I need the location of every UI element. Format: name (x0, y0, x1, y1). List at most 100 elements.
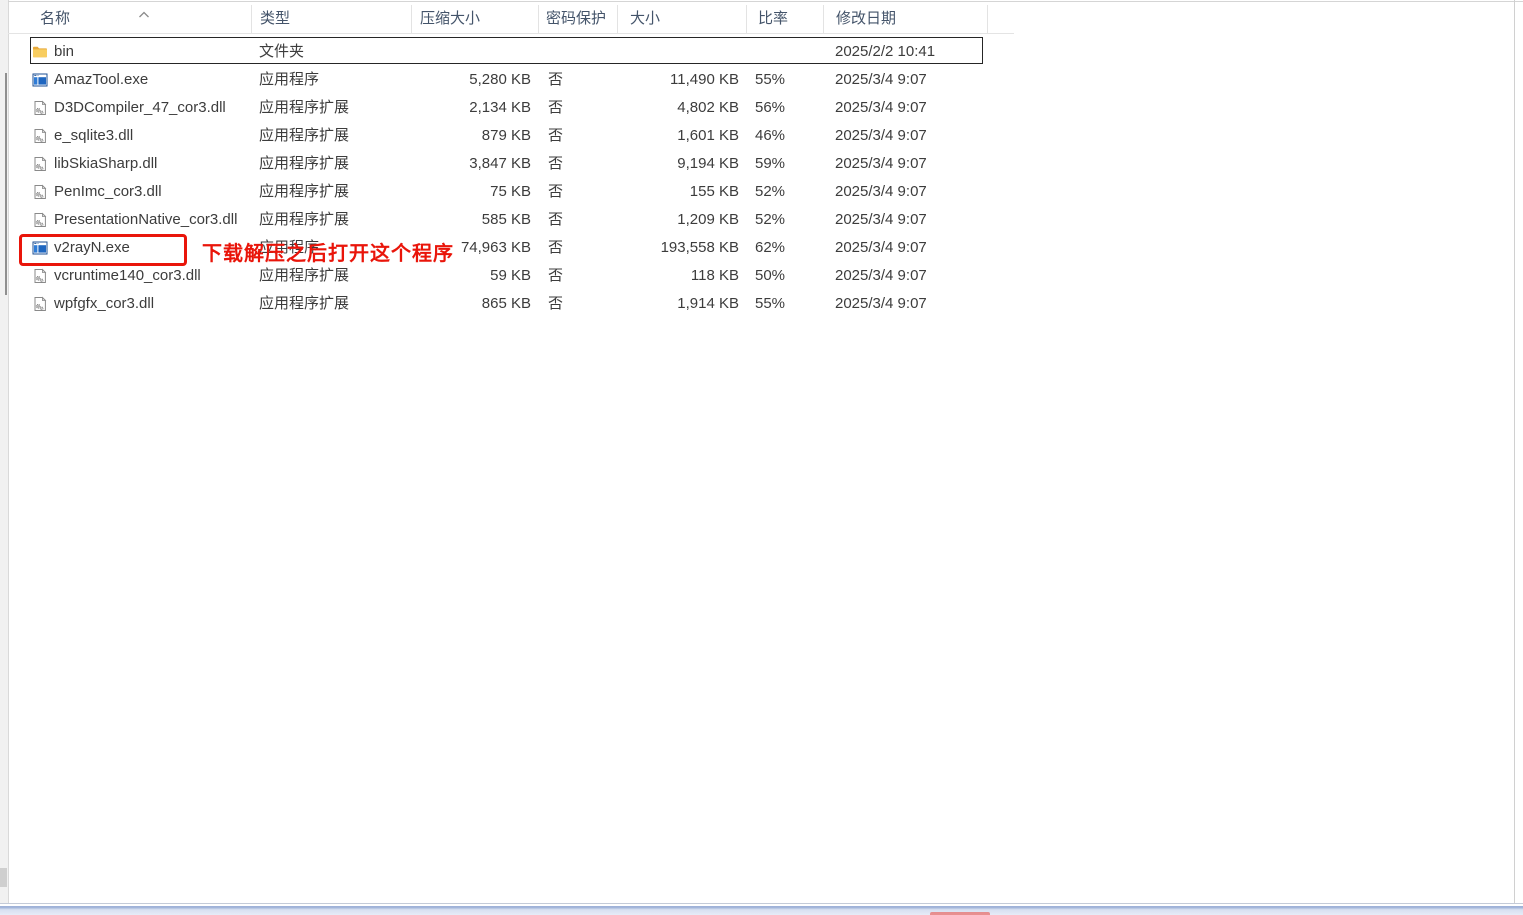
column-header-ratio[interactable]: 比率 (746, 5, 823, 33)
file-rows: bin 文件夹 2025/2/2 10:41 AmazTool.exe 应用程序… (8, 38, 1014, 318)
file-row[interactable]: PresentationNative_cor3.dll 应用程序扩展 585 K… (8, 206, 1014, 234)
row-spacer (987, 234, 1014, 262)
password-protected: 否 (538, 206, 617, 234)
row-spacer (987, 262, 1014, 290)
file-size: 1,209 KB (617, 206, 746, 234)
file-row[interactable]: e_sqlite3.dll 应用程序扩展 879 KB 否 1,601 KB 4… (8, 122, 1014, 150)
modified-date: 2025/3/4 9:07 (823, 150, 987, 178)
sort-ascending-icon (138, 1, 150, 9)
file-row[interactable]: wpfgfx_cor3.dll 应用程序扩展 865 KB 否 1,914 KB… (8, 290, 1014, 318)
modified-date: 2025/3/4 9:07 (823, 262, 987, 290)
modified-date: 2025/3/4 9:07 (823, 94, 987, 122)
modified-date: 2025/3/4 9:07 (823, 122, 987, 150)
file-type: 应用程序 (251, 66, 411, 94)
modified-date: 2025/3/4 9:07 (823, 206, 987, 234)
file-row[interactable]: AmazTool.exe 应用程序 5,280 KB 否 11,490 KB 5… (8, 66, 1014, 94)
column-header-compressed-size[interactable]: 压缩大小 (411, 5, 538, 33)
bottom-divider-line (0, 903, 1523, 904)
file-name: bin (54, 38, 74, 66)
dll-icon (32, 100, 48, 116)
file-type: 应用程序 (251, 234, 411, 262)
file-type: 应用程序扩展 (251, 178, 411, 206)
file-size: 1,914 KB (617, 290, 746, 318)
column-header-password[interactable]: 密码保护 (538, 5, 617, 33)
file-row[interactable]: vcruntime140_cor3.dll 应用程序扩展 59 KB 否 118… (8, 262, 1014, 290)
folder-icon (32, 44, 48, 60)
file-row[interactable]: v2rayN.exe 应用程序 74,963 KB 否 193,558 KB 6… (8, 234, 1014, 262)
modified-date: 2025/3/4 9:07 (823, 234, 987, 262)
list-right-border (1514, 0, 1515, 903)
compressed-size (411, 38, 538, 66)
file-row[interactable]: libSkiaSharp.dll 应用程序扩展 3,847 KB 否 9,194… (8, 150, 1014, 178)
archive-file-list-screen: { "window": { "columns": [ {"label": "名称… (0, 0, 1523, 915)
compressed-size: 75 KB (411, 178, 538, 206)
compression-ratio: 62% (746, 234, 823, 262)
file-type: 应用程序扩展 (251, 290, 411, 318)
file-name: libSkiaSharp.dll (54, 150, 157, 178)
file-type: 应用程序扩展 (251, 206, 411, 234)
compression-ratio: 55% (746, 290, 823, 318)
file-type: 应用程序扩展 (251, 262, 411, 290)
column-header-spacer (987, 5, 1014, 33)
file-type: 应用程序扩展 (251, 122, 411, 150)
row-spacer (987, 150, 1014, 178)
dll-icon (32, 184, 48, 200)
column-header-type[interactable]: 类型 (251, 5, 411, 33)
compression-ratio: 55% (746, 66, 823, 94)
file-row[interactable]: bin 文件夹 2025/2/2 10:41 (8, 38, 1014, 66)
file-size: 11,490 KB (617, 66, 746, 94)
password-protected: 否 (538, 178, 617, 206)
column-header-size[interactable]: 大小 (617, 5, 746, 33)
file-type: 文件夹 (251, 38, 411, 66)
exe-icon (32, 240, 48, 256)
file-size: 4,802 KB (617, 94, 746, 122)
column-header-row: 名称 类型 压缩大小 密码保护 大小 比率 修改日期 (8, 5, 1014, 34)
file-name: AmazTool.exe (54, 66, 148, 94)
row-spacer (987, 122, 1014, 150)
file-row[interactable]: PenImc_cor3.dll 应用程序扩展 75 KB 否 155 KB 52… (8, 178, 1014, 206)
compression-ratio: 56% (746, 94, 823, 122)
row-spacer (987, 94, 1014, 122)
compressed-size: 59 KB (411, 262, 538, 290)
password-protected: 否 (538, 150, 617, 178)
file-name: e_sqlite3.dll (54, 122, 133, 150)
row-spacer (987, 206, 1014, 234)
dll-icon (32, 212, 48, 228)
file-size: 118 KB (617, 262, 746, 290)
row-spacer (987, 178, 1014, 206)
column-header-modified-date[interactable]: 修改日期 (823, 5, 987, 33)
modified-date: 2025/3/4 9:07 (823, 66, 987, 94)
dll-icon (32, 156, 48, 172)
compressed-size: 74,963 KB (411, 234, 538, 262)
compression-ratio (746, 38, 823, 66)
file-name: D3DCompiler_47_cor3.dll (54, 94, 226, 122)
compression-ratio: 59% (746, 150, 823, 178)
password-protected: 否 (538, 94, 617, 122)
scrollbar-block[interactable] (0, 868, 7, 887)
dll-icon (32, 268, 48, 284)
file-size: 9,194 KB (617, 150, 746, 178)
password-protected: 否 (538, 262, 617, 290)
file-type: 应用程序扩展 (251, 94, 411, 122)
compression-ratio: 52% (746, 178, 823, 206)
row-spacer (987, 38, 1014, 66)
exe-icon (32, 72, 48, 88)
file-size: 1,601 KB (617, 122, 746, 150)
compression-ratio: 46% (746, 122, 823, 150)
file-name: PresentationNative_cor3.dll (54, 206, 237, 234)
row-spacer (987, 66, 1014, 94)
compressed-size: 879 KB (411, 122, 538, 150)
modified-date: 2025/3/4 9:07 (823, 178, 987, 206)
file-name: vcruntime140_cor3.dll (54, 262, 201, 290)
scrollbar-thumb[interactable] (5, 73, 7, 295)
file-list: 名称 类型 压缩大小 密码保护 大小 比率 修改日期 bin 文件夹 2025/… (8, 0, 1014, 318)
password-protected: 否 (538, 290, 617, 318)
compressed-size: 3,847 KB (411, 150, 538, 178)
file-row[interactable]: D3DCompiler_47_cor3.dll 应用程序扩展 2,134 KB … (8, 94, 1014, 122)
file-name: wpfgfx_cor3.dll (54, 290, 154, 318)
compressed-size: 5,280 KB (411, 66, 538, 94)
password-protected (538, 38, 617, 66)
column-header-name[interactable]: 名称 (8, 5, 251, 33)
dll-icon (32, 296, 48, 312)
file-size (617, 38, 746, 66)
